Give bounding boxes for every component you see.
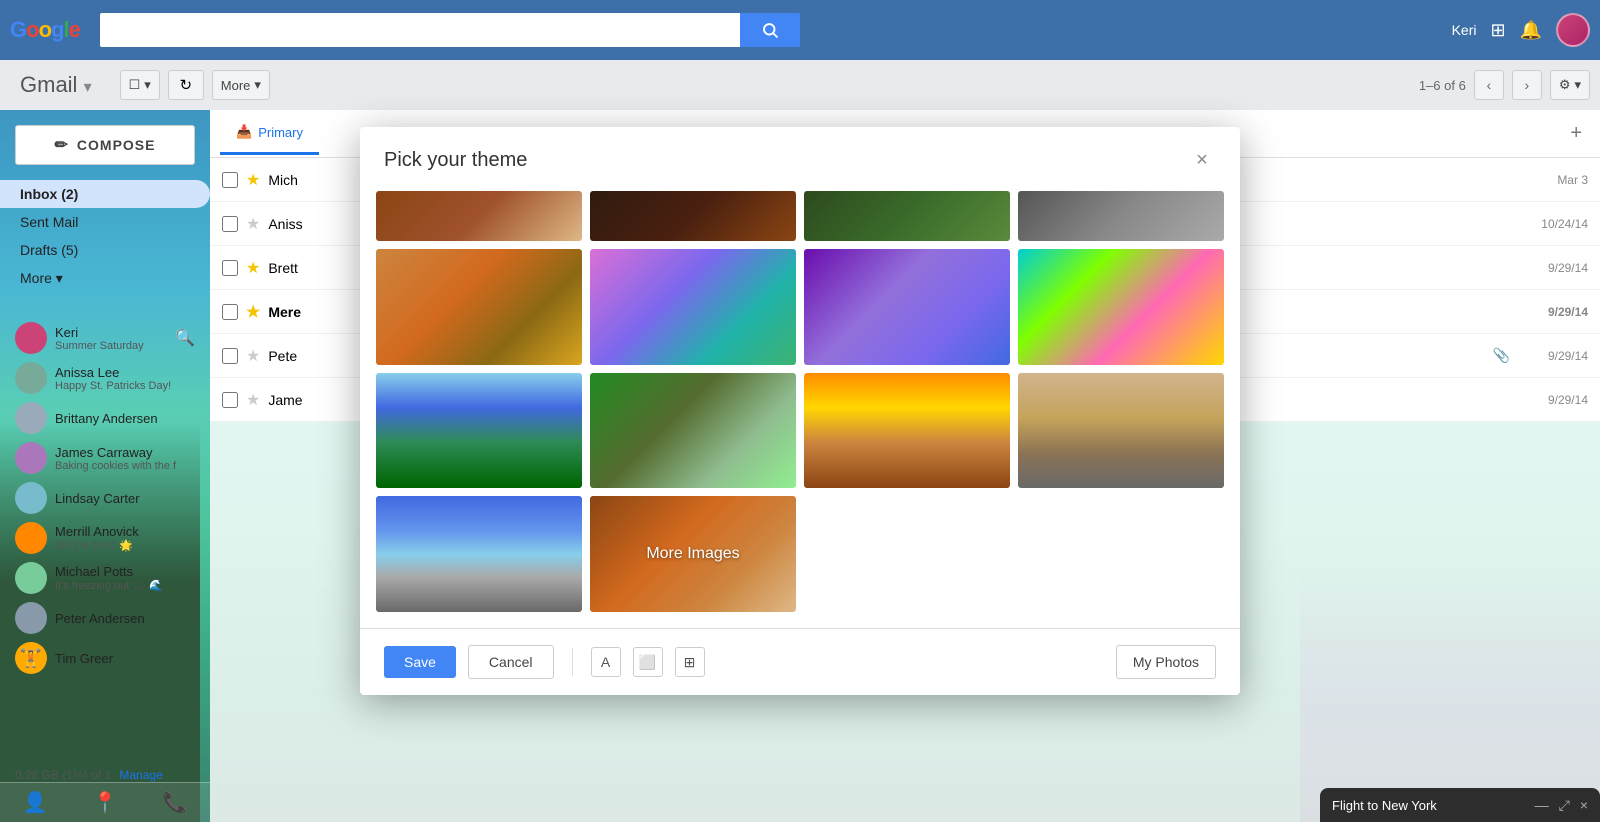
modal-body: More Images [360, 191, 1240, 629]
theme-item-iridescent[interactable] [1018, 249, 1224, 365]
theme-item-wood[interactable] [376, 191, 582, 241]
theme-grid: More Images [376, 249, 1224, 613]
my-photos-button[interactable]: My Photos [1116, 645, 1216, 679]
theme-item-desert[interactable] [1018, 373, 1224, 489]
chat-close-button[interactable]: × [1580, 797, 1588, 814]
chat-bar: Flight to New York — ⤢ × [1320, 788, 1600, 822]
shape-theme-icon[interactable]: ⬜ [633, 647, 663, 677]
chat-minimize-button[interactable]: — [1535, 797, 1549, 814]
theme-item-metal[interactable] [1018, 191, 1224, 241]
theme-item-bridge[interactable] [804, 373, 1010, 489]
theme-item-more-images[interactable]: More Images [590, 496, 796, 612]
theme-item-jellyfish[interactable] [804, 249, 1010, 365]
text-theme-icon[interactable]: A [591, 647, 621, 677]
theme-top-row [376, 191, 1224, 241]
theme-item-forest[interactable] [590, 373, 796, 489]
modal-close-button[interactable]: × [1188, 147, 1216, 175]
modal-footer: Save Cancel A ⬜ ⊞ My Photos [360, 628, 1240, 695]
save-button[interactable]: Save [384, 646, 456, 678]
theme-item-autumn-leaves[interactable] [376, 249, 582, 365]
theme-item-dots-bokeh[interactable] [590, 249, 796, 365]
theme-item-dark-wood[interactable] [590, 191, 796, 241]
theme-item-city[interactable] [376, 496, 582, 612]
chat-bar-icons: — ⤢ × [1535, 797, 1588, 814]
theme-item-green[interactable] [804, 191, 1010, 241]
more-images-label: More Images [646, 545, 739, 563]
cancel-button[interactable]: Cancel [468, 645, 554, 679]
theme-item-lake[interactable] [376, 373, 582, 489]
divider [572, 648, 573, 676]
modal-header: Pick your theme × [360, 127, 1240, 191]
chat-bar-title: Flight to New York [1332, 798, 1535, 813]
grid-theme-icon[interactable]: ⊞ [675, 647, 705, 677]
theme-picker-modal: Pick your theme × [360, 127, 1240, 696]
chat-popout-button[interactable]: ⤢ [1559, 797, 1570, 814]
modal-overlay: Pick your theme × [0, 0, 1600, 822]
modal-title: Pick your theme [384, 149, 527, 172]
